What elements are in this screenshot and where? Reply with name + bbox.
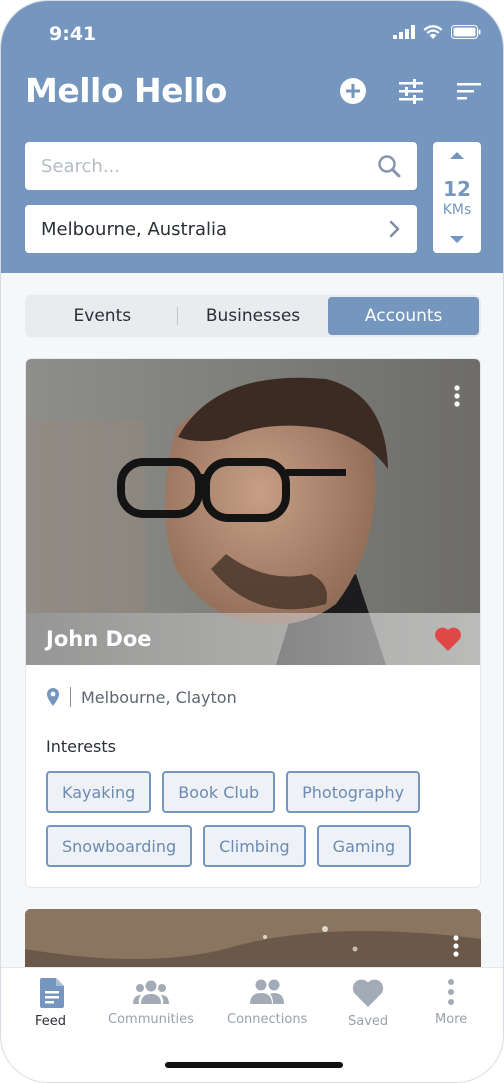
account-location-row: Melbourne, Clayton — [46, 687, 237, 707]
home-indicator — [165, 1062, 343, 1068]
segment-tabs: Events Businesses Accounts — [25, 295, 481, 337]
app-header: 9:41 Mello Hello Melbourne, Australia — [1, 1, 503, 273]
chevron-up-icon[interactable] — [449, 150, 465, 160]
tab-businesses[interactable]: Businesses — [178, 297, 329, 335]
sliders-icon — [399, 79, 423, 104]
interest-chip[interactable]: Book Club — [162, 771, 276, 813]
more-icon — [448, 979, 455, 1005]
location-label: Melbourne, Australia — [41, 218, 228, 240]
sort-icon — [457, 83, 481, 100]
heart-icon — [352, 979, 384, 1007]
interest-chip[interactable]: Gaming — [316, 825, 412, 867]
tab-feed[interactable]: Feed — [35, 978, 66, 1029]
account-location: Melbourne, Clayton — [81, 687, 237, 707]
interest-chip[interactable]: Photography — [286, 771, 421, 813]
app-logo: Mello Hello — [25, 71, 227, 110]
interest-chips: Kayaking Book Club Photography Snowboard… — [46, 771, 466, 867]
interest-chip[interactable]: Climbing — [203, 825, 306, 867]
card-menu-button[interactable] — [454, 385, 460, 411]
filter-button[interactable] — [395, 75, 427, 107]
tab-communities-label: Communities — [108, 1012, 194, 1027]
search-input[interactable] — [41, 155, 377, 177]
status-time: 9:41 — [49, 23, 97, 45]
search-box — [25, 142, 417, 190]
sort-button[interactable] — [453, 75, 485, 107]
chevron-right-icon — [389, 220, 400, 238]
radius-value: 12 — [443, 176, 471, 201]
document-icon — [39, 978, 64, 1008]
next-card-menu-button[interactable] — [453, 935, 459, 961]
interest-chip[interactable]: Snowboarding — [46, 825, 193, 867]
location-selector[interactable]: Melbourne, Australia — [25, 205, 417, 253]
more-vertical-icon — [453, 935, 459, 957]
wifi-icon — [423, 25, 443, 39]
tab-communities[interactable]: Communities — [108, 978, 194, 1027]
people-icon — [250, 979, 285, 1004]
interest-chip[interactable]: Kayaking — [46, 771, 152, 813]
tab-more-label: More — [435, 1012, 468, 1027]
tab-more[interactable]: More — [435, 978, 467, 1027]
status-icons — [393, 25, 481, 39]
search-icon[interactable] — [377, 154, 401, 178]
tab-feed-label: Feed — [35, 1014, 67, 1029]
signal-icon — [393, 25, 415, 39]
tab-connections-label: Connections — [227, 1012, 308, 1027]
add-button[interactable] — [337, 75, 369, 107]
radius-unit: KMs — [442, 201, 472, 218]
location-divider — [70, 687, 71, 707]
heart-icon[interactable] — [434, 626, 462, 652]
tab-events[interactable]: Events — [27, 297, 178, 335]
interests-heading: Interests — [46, 737, 116, 756]
account-card[interactable]: John Doe Melbourne, Clayton Interests Ka… — [25, 358, 481, 888]
card-name-bar: John Doe — [26, 613, 480, 665]
tab-connections[interactable]: Connections — [227, 978, 307, 1027]
battery-icon — [451, 25, 481, 39]
tab-saved[interactable]: Saved — [348, 978, 388, 1029]
tab-accounts[interactable]: Accounts — [328, 297, 480, 335]
group-icon — [132, 980, 169, 1004]
map-pin-icon — [47, 688, 59, 706]
account-name: John Doe — [46, 627, 152, 651]
plus-circle-icon — [340, 78, 366, 104]
tab-saved-label: Saved — [348, 1014, 389, 1029]
chevron-down-icon[interactable] — [449, 235, 465, 245]
phone-frame: 9:41 Mello Hello Melbourne, Australia — [0, 0, 504, 1083]
header-actions — [337, 75, 485, 107]
more-vertical-icon — [454, 385, 460, 407]
radius-stepper: 12 KMs — [433, 142, 481, 253]
